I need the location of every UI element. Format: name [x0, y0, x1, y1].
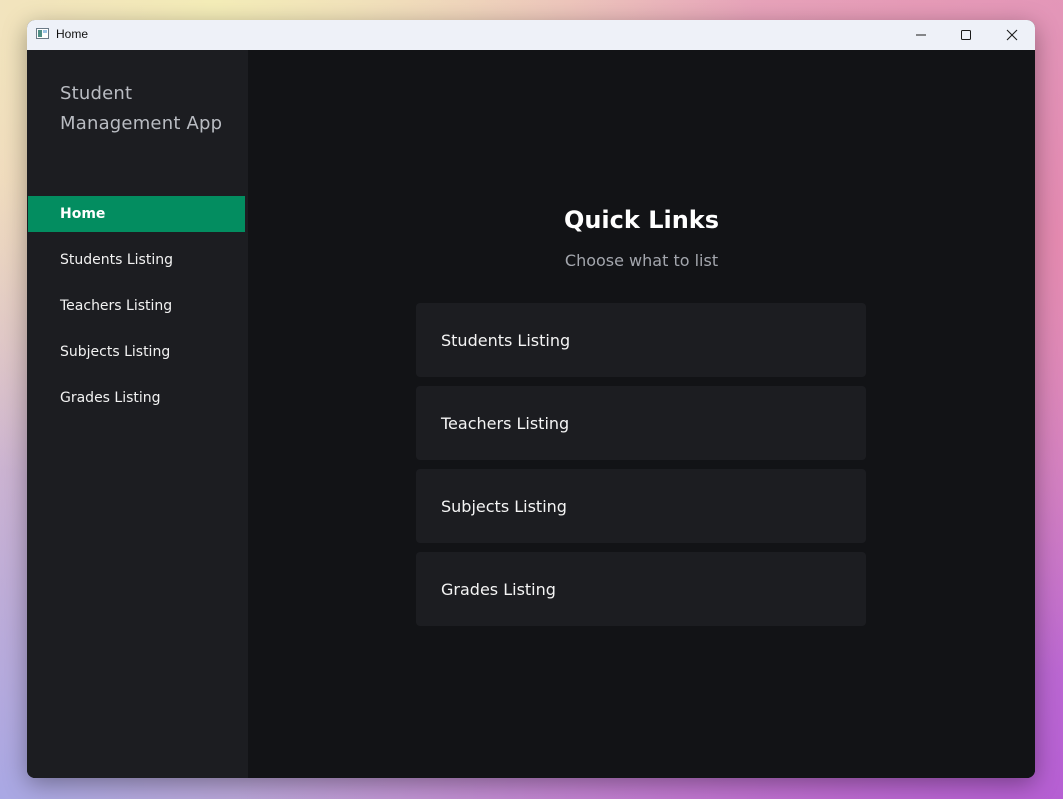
sidebar-item-students-listing[interactable]: Students Listing [28, 242, 245, 278]
sidebar-item-label: Grades Listing [60, 390, 161, 406]
quick-link-label: Grades Listing [441, 579, 556, 599]
minimize-icon [916, 34, 926, 36]
maximize-icon [961, 30, 971, 40]
desktop-background: Home Student Management App Home Student… [0, 0, 1063, 799]
sidebar-item-teachers-listing[interactable]: Teachers Listing [28, 288, 245, 324]
close-button[interactable] [989, 20, 1035, 50]
app-name: Student Management App [60, 83, 223, 134]
maximize-button[interactable] [943, 20, 989, 50]
quick-link-label: Teachers Listing [441, 413, 570, 433]
quick-link-teachers-listing[interactable]: Teachers Listing [416, 386, 866, 460]
quick-link-label: Subjects Listing [441, 496, 567, 516]
close-icon [1006, 29, 1018, 41]
app-window: Home Student Management App Home Student… [27, 20, 1035, 778]
minimize-button[interactable] [898, 20, 944, 50]
quick-link-subjects-listing[interactable]: Subjects Listing [416, 469, 866, 543]
main-content: Quick Links Choose what to list Students… [248, 50, 1035, 778]
sidebar-item-label: Home [60, 206, 106, 222]
quick-link-label: Students Listing [441, 330, 571, 350]
sidebar-item-grades-listing[interactable]: Grades Listing [28, 380, 245, 416]
sidebar-item-label: Students Listing [60, 252, 173, 268]
sidebar-item-label: Teachers Listing [60, 298, 173, 314]
page-subtitle: Choose what to list [564, 251, 719, 270]
window-title: Home [56, 27, 89, 41]
sidebar-item-subjects-listing[interactable]: Subjects Listing [28, 334, 245, 370]
sidebar-item-label: Subjects Listing [60, 344, 171, 360]
sidebar-item-home[interactable]: Home [28, 196, 245, 232]
title-bar[interactable]: Home [27, 20, 1035, 50]
quick-link-grades-listing[interactable]: Grades Listing [416, 552, 866, 626]
page-title: Quick Links [563, 206, 720, 234]
quick-link-students-listing[interactable]: Students Listing [416, 303, 866, 377]
sidebar: Student Management App Home Students Lis… [27, 50, 248, 778]
app-window-icon [36, 28, 49, 39]
